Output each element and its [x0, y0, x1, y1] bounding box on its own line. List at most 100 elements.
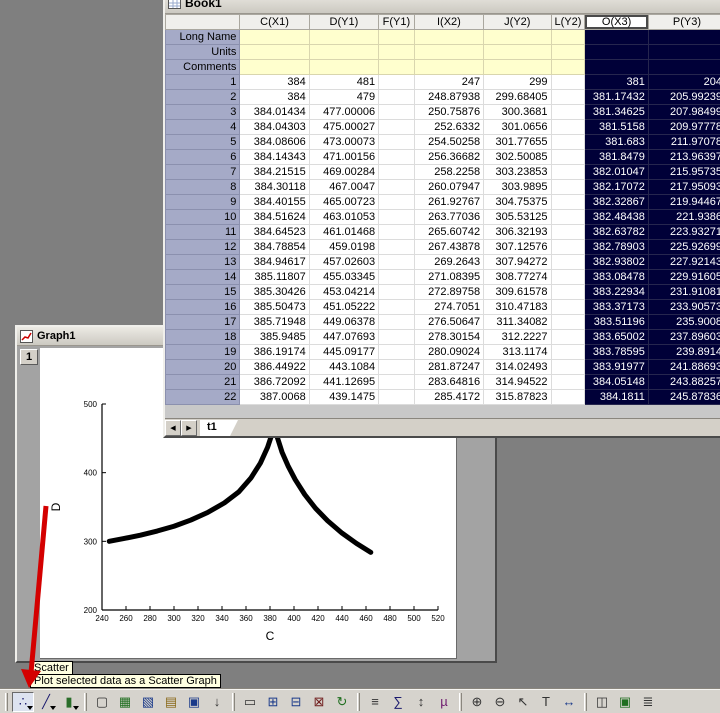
cell[interactable]	[379, 255, 415, 270]
cell[interactable]	[551, 255, 585, 270]
cell[interactable]	[551, 390, 585, 405]
options-button[interactable]: ≣	[637, 692, 659, 712]
cell[interactable]	[309, 30, 378, 45]
layer-1-button[interactable]: 1	[20, 349, 38, 365]
cell[interactable]	[484, 60, 551, 75]
cell[interactable]: 465.00723	[309, 195, 378, 210]
cell[interactable]: 459.0198	[309, 240, 378, 255]
prev-sheet-button[interactable]: ◀	[165, 420, 181, 436]
cell[interactable]: 278.30154	[414, 330, 483, 345]
save-button[interactable]: ▣	[183, 692, 205, 712]
cell[interactable]	[379, 195, 415, 210]
cell[interactable]: 263.77036	[414, 210, 483, 225]
cell[interactable]	[551, 150, 585, 165]
cell[interactable]	[551, 30, 585, 45]
cell[interactable]: 304.75375	[484, 195, 551, 210]
cell[interactable]: 381.17432	[585, 90, 649, 105]
rescale-button[interactable]: ↔	[558, 692, 580, 712]
cell[interactable]: 215.95735	[648, 165, 720, 180]
cell[interactable]: 272.89758	[414, 285, 483, 300]
row-header[interactable]: 5	[166, 135, 240, 150]
cell[interactable]	[551, 105, 585, 120]
cell[interactable]: 283.64816	[414, 375, 483, 390]
cell[interactable]: 385.71948	[240, 315, 309, 330]
cell[interactable]	[414, 60, 483, 75]
column-header-F(Y1)[interactable]: F(Y1)	[379, 15, 415, 30]
zoom-out-button[interactable]: ⊖	[489, 692, 511, 712]
cell[interactable]: 265.60742	[414, 225, 483, 240]
cell[interactable]	[551, 330, 585, 345]
cell[interactable]	[379, 285, 415, 300]
cell[interactable]: 207.98499	[648, 105, 720, 120]
cell[interactable]: 451.05222	[309, 300, 378, 315]
book1-window[interactable]: Book1 C(X1)D(Y1)F(Y1)I(X2)J(Y2)L(Y2)O(X3…	[163, 0, 720, 438]
cell[interactable]: 213.96397	[648, 150, 720, 165]
cell[interactable]	[551, 45, 585, 60]
cell[interactable]: 241.88693	[648, 360, 720, 375]
cell[interactable]: 211.97078	[648, 135, 720, 150]
toolbar-grip[interactable]	[459, 693, 462, 711]
new-graph-button[interactable]: ▧	[137, 692, 159, 712]
refresh-button[interactable]: ↻	[331, 692, 353, 712]
cell[interactable]: 267.43878	[414, 240, 483, 255]
row-header[interactable]: Units	[166, 45, 240, 60]
cell[interactable]: 300.3681	[484, 105, 551, 120]
cell[interactable]: 305.53125	[484, 210, 551, 225]
cell[interactable]	[551, 90, 585, 105]
cell[interactable]: 384.01434	[240, 105, 309, 120]
row-header[interactable]: 2	[166, 90, 240, 105]
cell[interactable]: 209.97778	[648, 120, 720, 135]
cell[interactable]: 384.40155	[240, 195, 309, 210]
cell[interactable]	[551, 120, 585, 135]
cell[interactable]: 239.8914	[648, 345, 720, 360]
cell[interactable]: 457.02603	[309, 255, 378, 270]
cell[interactable]: 477.00006	[309, 105, 378, 120]
cell[interactable]: 475.00027	[309, 120, 378, 135]
cell[interactable]	[379, 75, 415, 90]
cell[interactable]	[551, 375, 585, 390]
calculator-button[interactable]: ≡	[364, 692, 386, 712]
cell[interactable]	[379, 90, 415, 105]
cell[interactable]: 306.32193	[484, 225, 551, 240]
new-worksheet-button[interactable]: ▦	[114, 692, 136, 712]
toolbar-grip[interactable]	[584, 693, 587, 711]
cell[interactable]	[379, 240, 415, 255]
cell[interactable]: 384.78854	[240, 240, 309, 255]
open-button[interactable]: ▤	[160, 692, 182, 712]
print-button[interactable]: ▭	[239, 692, 261, 712]
cell[interactable]: 382.32867	[585, 195, 649, 210]
cell[interactable]: 303.23853	[484, 165, 551, 180]
cell[interactable]: 261.92767	[414, 195, 483, 210]
cell[interactable]: 310.47183	[484, 300, 551, 315]
scatter-plot-button[interactable]: ∴	[12, 692, 34, 712]
cell[interactable]	[414, 30, 483, 45]
cell[interactable]: 384	[240, 90, 309, 105]
sum-button[interactable]: ∑	[387, 692, 409, 712]
cell[interactable]	[585, 30, 649, 45]
arrange-windows-button[interactable]: ◫	[591, 692, 613, 712]
cell[interactable]	[551, 225, 585, 240]
toolbar-grip[interactable]	[232, 693, 235, 711]
column-header-J(Y2)[interactable]: J(Y2)	[484, 15, 551, 30]
cell[interactable]: 315.87823	[484, 390, 551, 405]
cell[interactable]: 247	[414, 75, 483, 90]
cell[interactable]: 384	[240, 75, 309, 90]
cell[interactable]: 471.00156	[309, 150, 378, 165]
cell[interactable]: 301.77655	[484, 135, 551, 150]
cell[interactable]: 281.87247	[414, 360, 483, 375]
cell[interactable]: 299	[484, 75, 551, 90]
cell[interactable]	[484, 30, 551, 45]
cell[interactable]: 385.9485	[240, 330, 309, 345]
line-plot-button[interactable]: ╱	[35, 692, 57, 712]
cell[interactable]: 217.95093	[648, 180, 720, 195]
cell[interactable]: 260.07947	[414, 180, 483, 195]
cell[interactable]	[379, 60, 415, 75]
cell[interactable]	[648, 60, 720, 75]
sort-button[interactable]: ↕	[410, 692, 432, 712]
statistics-button[interactable]: µ	[433, 692, 455, 712]
cell[interactable]: 229.91605	[648, 270, 720, 285]
cell[interactable]: 301.0656	[484, 120, 551, 135]
cell[interactable]: 256.36682	[414, 150, 483, 165]
cell[interactable]	[379, 135, 415, 150]
cell[interactable]: 221.9386	[648, 210, 720, 225]
